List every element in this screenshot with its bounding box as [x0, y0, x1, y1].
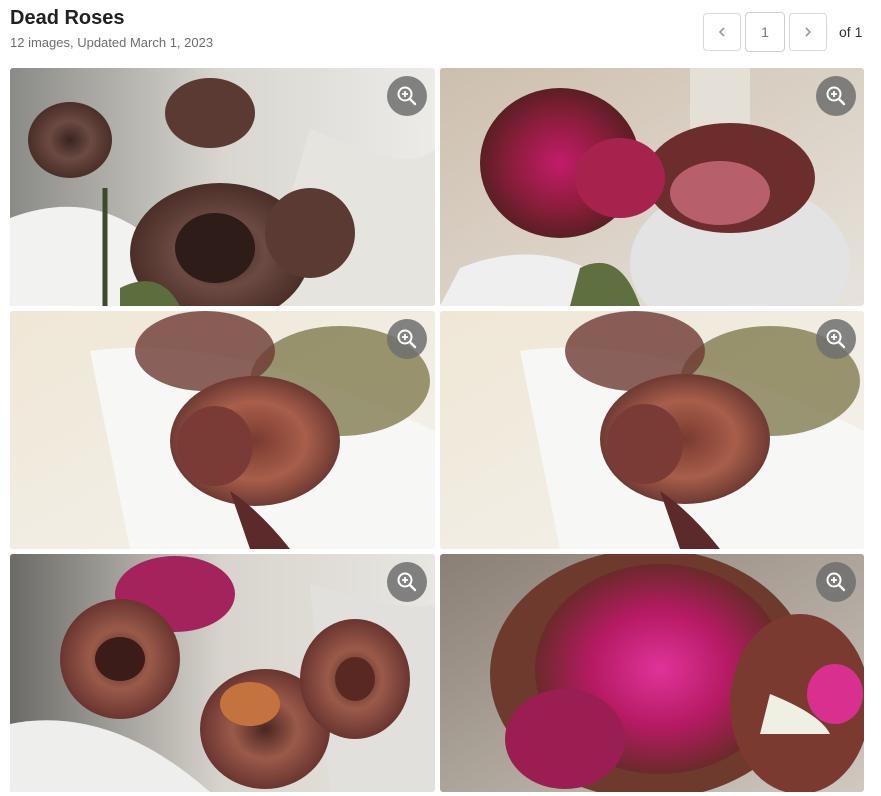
zoom-button-5[interactable] [387, 562, 427, 602]
zoom-button-1[interactable] [387, 76, 427, 116]
image-grid [10, 68, 864, 792]
gallery-page: Dead Roses 12 images, Updated March 1, 2… [0, 0, 881, 796]
next-page-button[interactable] [789, 13, 827, 51]
page-count-label: of 1 [839, 24, 863, 40]
gallery-image-4[interactable] [440, 311, 864, 549]
zoom-button-2[interactable] [816, 76, 856, 116]
gallery-subtitle: 12 images, Updated March 1, 2023 [10, 35, 214, 50]
chevron-right-icon [805, 27, 812, 37]
zoom-in-icon [397, 329, 417, 349]
zoom-in-icon [826, 329, 846, 349]
zoom-in-icon [397, 572, 417, 592]
gallery-image-1[interactable] [10, 68, 435, 306]
zoom-in-icon [826, 572, 846, 592]
gallery-header: Dead Roses 12 images, Updated March 1, 2… [10, 6, 213, 51]
zoom-button-6[interactable] [816, 562, 856, 602]
dead-roses-photo-6 [440, 554, 864, 792]
dead-roses-photo-3 [10, 311, 435, 549]
dead-roses-photo-2 [440, 68, 864, 306]
zoom-in-icon [826, 86, 846, 106]
gallery-image-5[interactable] [10, 554, 435, 792]
gallery-image-3[interactable] [10, 311, 435, 549]
dead-roses-photo-1 [10, 68, 435, 306]
dead-roses-photo-5 [10, 554, 435, 792]
zoom-button-4[interactable] [816, 319, 856, 359]
gallery-image-6[interactable] [440, 554, 864, 792]
chevron-left-icon [718, 27, 725, 37]
zoom-in-icon [397, 86, 417, 106]
prev-page-button[interactable] [703, 13, 741, 51]
gallery-image-2[interactable] [440, 68, 864, 306]
page-number-input[interactable] [745, 12, 785, 52]
dead-roses-photo-4 [440, 311, 864, 549]
zoom-button-3[interactable] [387, 319, 427, 359]
pagination: of 1 [703, 12, 862, 52]
gallery-title: Dead Roses [10, 7, 125, 29]
